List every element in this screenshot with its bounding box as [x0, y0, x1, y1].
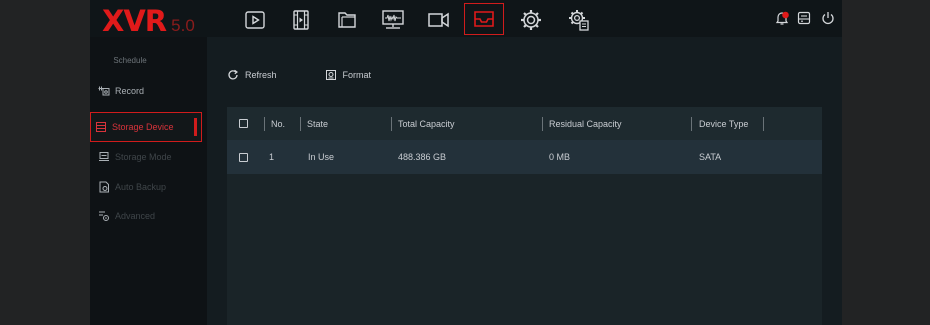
select-all-checkbox[interactable]	[239, 107, 248, 140]
dvr-app-window: XVR 5.0 Schedule Record Storage Device S…	[90, 0, 842, 325]
column-divider	[691, 117, 692, 131]
playback-icon[interactable]	[238, 6, 272, 34]
table-row[interactable]: 1 In Use 488.386 GB 0 MB SATA	[227, 140, 822, 174]
cell-residual-capacity: 0 MB	[549, 152, 571, 162]
settings-icon[interactable]	[514, 6, 548, 34]
cell-state: In Use	[308, 152, 335, 162]
record-icon	[98, 85, 110, 97]
active-indicator	[194, 118, 197, 136]
main-content: Refresh Format No. State Total Capacity …	[207, 37, 842, 325]
row-checkbox[interactable]	[239, 140, 248, 174]
power-icon[interactable]	[820, 10, 836, 26]
alarm-bell-icon[interactable]	[774, 10, 790, 26]
sidebar-item-advanced[interactable]: Advanced	[94, 205, 206, 227]
column-header-residual-capacity[interactable]: Residual Capacity	[549, 107, 622, 140]
sidebar-item-label: Advanced	[115, 211, 156, 221]
version-label: 5.0	[171, 16, 195, 35]
refresh-icon	[227, 69, 239, 81]
sidebar-item-label: Storage Device	[112, 122, 174, 132]
column-header-total-capacity[interactable]: Total Capacity	[398, 107, 455, 140]
sidebar-item-storage-device[interactable]: Storage Device	[90, 112, 202, 142]
table-header: No. State Total Capacity Residual Capaci…	[227, 107, 822, 140]
sidebar-item-label: Auto Backup	[115, 182, 167, 192]
sidebar: Schedule Record Storage Device Storage M…	[90, 37, 207, 325]
sidebar-item-label: Storage Mode	[115, 152, 172, 162]
cell-total-capacity: 488.386 GB	[398, 152, 447, 162]
sidebar-section-header: Schedule	[113, 56, 147, 65]
storage-device-icon	[95, 121, 107, 133]
camera-icon[interactable]	[422, 6, 456, 34]
toolbar: Refresh Format	[227, 67, 419, 83]
app-logo: XVR 5.0	[102, 4, 195, 38]
film-icon[interactable]	[284, 6, 318, 34]
column-divider	[264, 117, 265, 131]
storage-device-table: No. State Total Capacity Residual Capaci…	[227, 107, 822, 325]
column-header-state[interactable]: State	[307, 107, 328, 140]
monitor-icon[interactable]	[376, 6, 410, 34]
auto-backup-icon	[98, 181, 110, 193]
storage-mode-icon	[98, 151, 110, 163]
refresh-label: Refresh	[245, 70, 277, 80]
refresh-button[interactable]: Refresh	[227, 69, 277, 81]
folder-icon[interactable]	[330, 6, 364, 34]
storage-icon[interactable]	[464, 3, 504, 35]
sidebar-item-storage-mode[interactable]: Storage Mode	[94, 146, 206, 168]
format-icon	[325, 69, 337, 81]
format-label: Format	[342, 70, 372, 80]
hdd-status-icon[interactable]	[796, 10, 812, 26]
column-divider	[763, 117, 764, 131]
advanced-icon	[98, 210, 110, 222]
column-divider	[300, 117, 301, 131]
column-divider	[542, 117, 543, 131]
sidebar-item-record[interactable]: Record	[94, 80, 206, 102]
brand-name: XVR	[102, 4, 167, 38]
column-header-no[interactable]: No.	[271, 107, 285, 140]
column-divider	[391, 117, 392, 131]
format-button[interactable]: Format	[325, 69, 372, 81]
column-header-device-type[interactable]: Device Type	[699, 107, 748, 140]
top-bar: XVR 5.0	[90, 0, 842, 38]
sidebar-item-label: Record	[115, 86, 145, 96]
cell-device-type: SATA	[699, 152, 722, 162]
cell-no: 1	[269, 152, 275, 162]
advanced-settings-icon[interactable]	[562, 6, 596, 34]
sidebar-item-auto-backup[interactable]: Auto Backup	[94, 176, 206, 198]
